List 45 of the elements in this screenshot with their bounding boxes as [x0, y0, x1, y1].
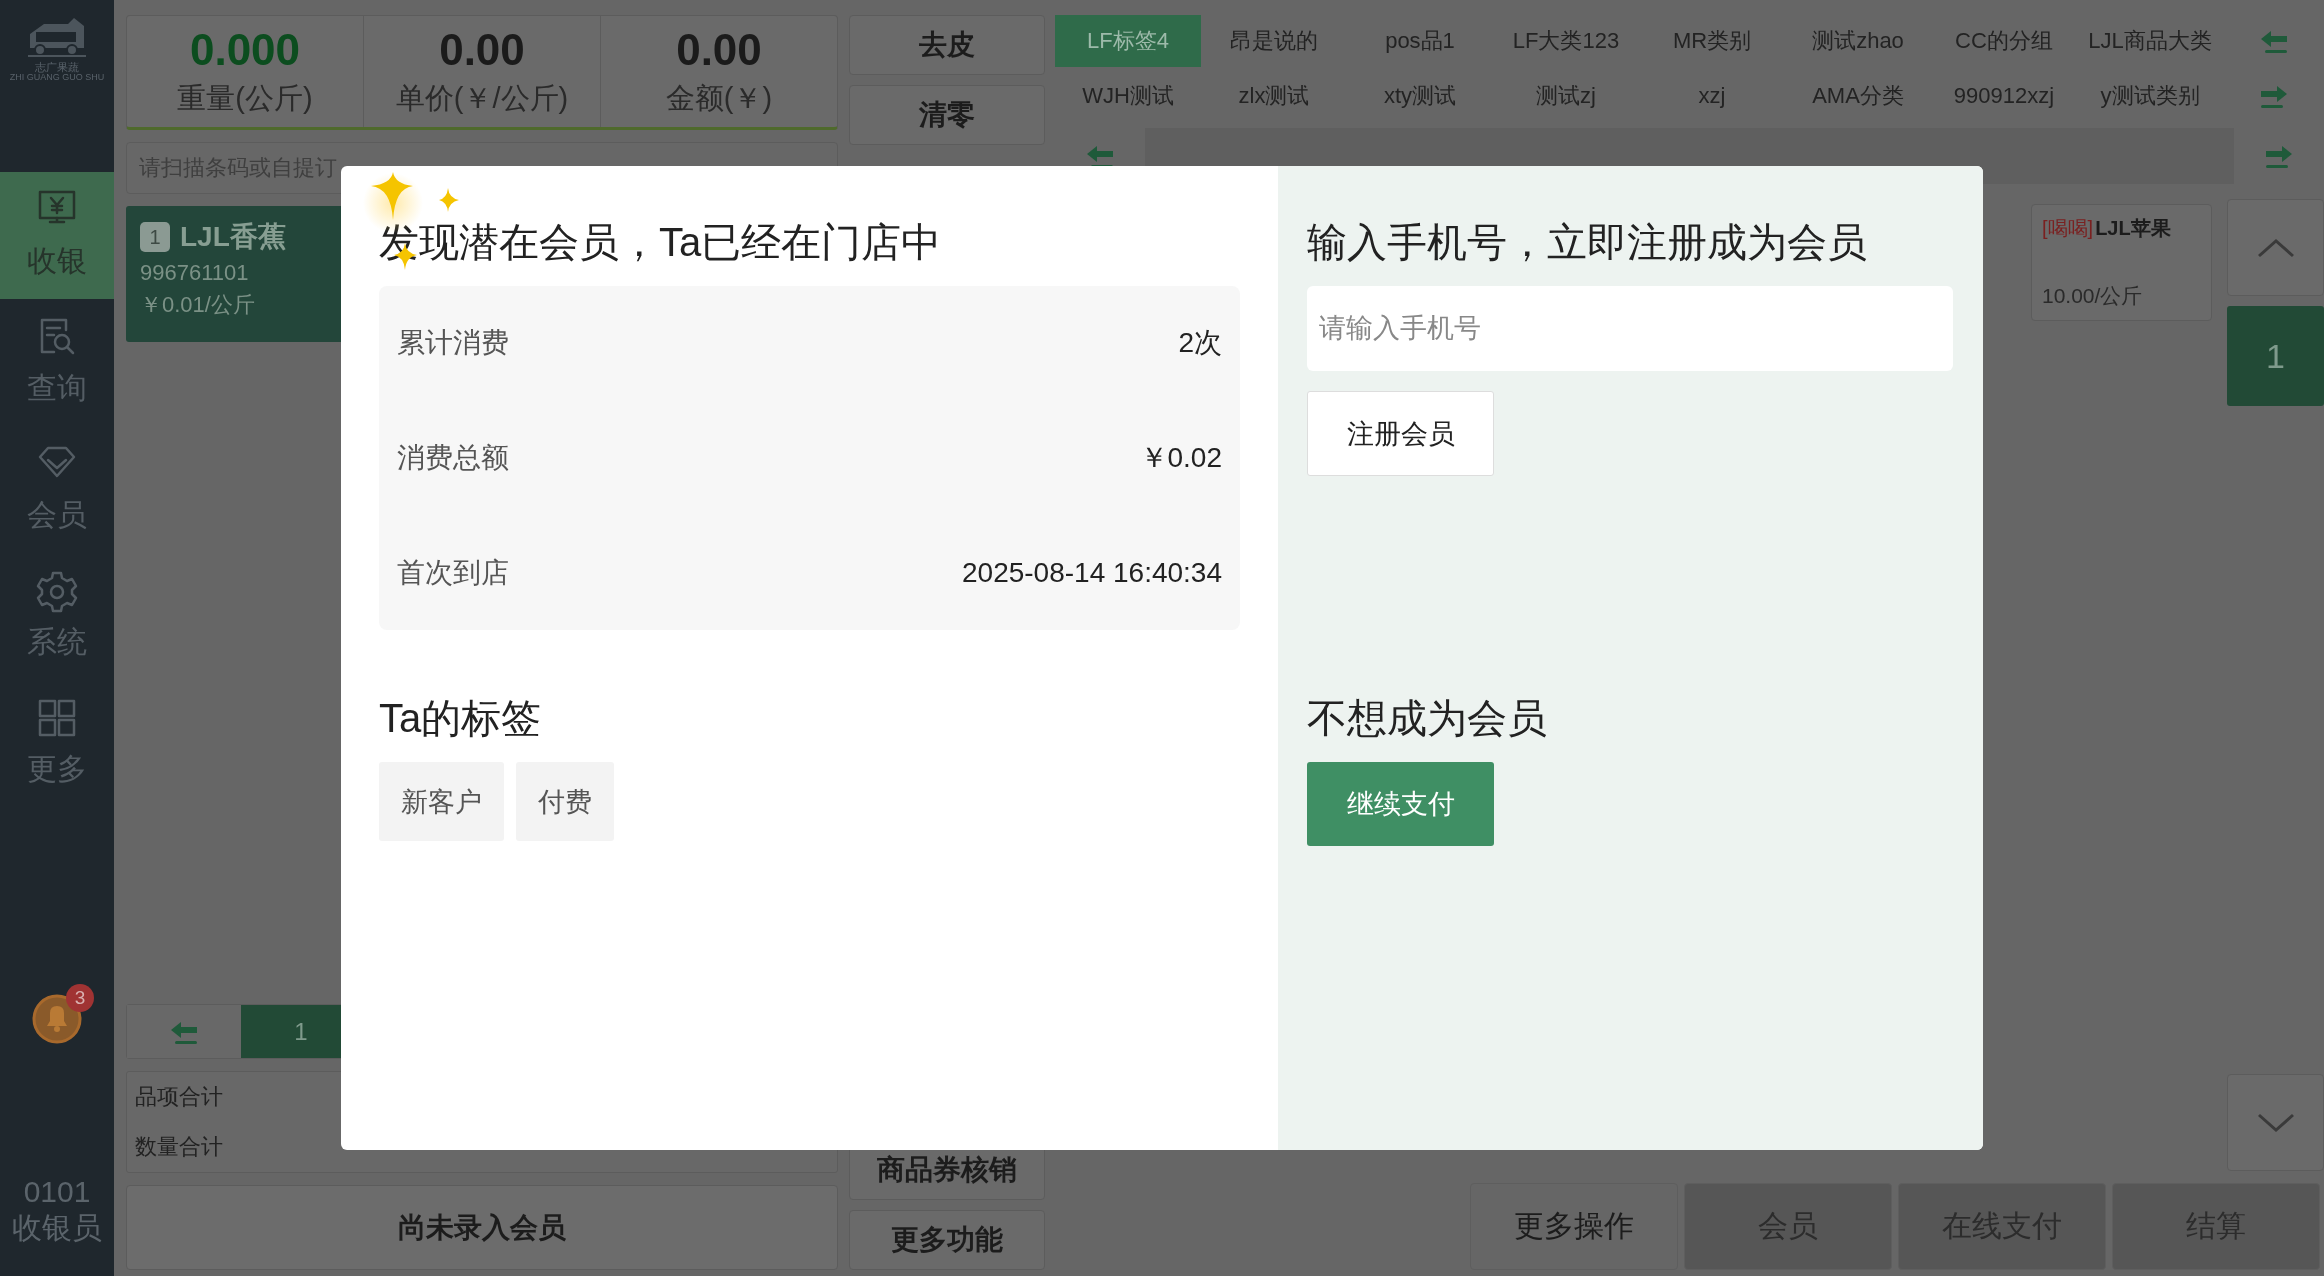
action-button[interactable]: 更多功能 — [849, 1210, 1045, 1270]
item-price: ￥0.01/公斤 — [140, 291, 256, 319]
scale-label: 单价(￥/公斤) — [395, 80, 569, 116]
notification-badge: 3 — [66, 984, 94, 1012]
member-entry-button[interactable]: 尚未录入会员 — [126, 1185, 838, 1270]
product-tag: [喝喝] — [2042, 215, 2094, 242]
section-title: 不想成为会员 — [1307, 695, 1548, 742]
stat-value: 2025-08-14 16:40:34 — [962, 556, 1222, 589]
scroll-down-button[interactable] — [2227, 1074, 2324, 1171]
footer-button[interactable]: 更多操作 — [1470, 1183, 1678, 1270]
item-code: 996761101 — [140, 260, 250, 286]
stat-value: 2次 — [1178, 326, 1222, 361]
member-tag: 付费 — [516, 762, 614, 841]
scale-label: 重量(公斤) — [177, 80, 313, 116]
register-button[interactable]: 注册会员 — [1307, 391, 1494, 476]
section-title: 输入手机号，立即注册成为会员 — [1307, 219, 1868, 266]
product-price: 10.00/公斤 — [2042, 283, 2144, 309]
phone-input-field[interactable]: 请输入手机号 — [1307, 286, 1953, 371]
section-title: Ta的标签 — [379, 695, 543, 742]
page-number[interactable]: 1 — [2227, 306, 2324, 406]
stat-label: 累计消费 — [397, 326, 509, 361]
stat-label: 消费总额 — [397, 441, 509, 475]
cashier-id: 0101 — [22, 1174, 92, 1210]
product-name: LJL苹果 — [2095, 216, 2171, 241]
action-button[interactable]: 去皮 — [849, 15, 1045, 75]
summary-label: 数量合计 — [135, 1133, 224, 1161]
member-tag: 新客户 — [379, 762, 504, 841]
item-name: LJL香蕉 — [180, 220, 286, 254]
settings-icon — [36, 570, 78, 614]
chevron-up-icon — [2255, 236, 2296, 259]
product-card[interactable]: [喝喝]LJL苹果 10.00/公斤 — [2031, 204, 2212, 321]
category-tab[interactable]: LF标签4 — [1055, 15, 1201, 67]
stat-label: 首次到店 — [397, 555, 509, 590]
scale-value: 0.000 — [189, 24, 301, 75]
scale-label: 金额(￥) — [665, 80, 773, 116]
summary-label: 品项合计 — [135, 1083, 224, 1111]
stat-value: ￥0.02 — [1139, 441, 1222, 475]
scale-value: 0.00 — [439, 24, 525, 75]
scale-value: 0.00 — [676, 24, 762, 75]
scroll-up-button[interactable] — [2227, 199, 2324, 296]
continue-payment-button[interactable]: 继续支付 — [1307, 762, 1494, 846]
cashier-role: 收银员 — [11, 1210, 103, 1246]
item-index: 1 — [140, 222, 170, 252]
action-button[interactable]: 清零 — [849, 85, 1045, 145]
chevron-down-icon — [2255, 1111, 2296, 1134]
